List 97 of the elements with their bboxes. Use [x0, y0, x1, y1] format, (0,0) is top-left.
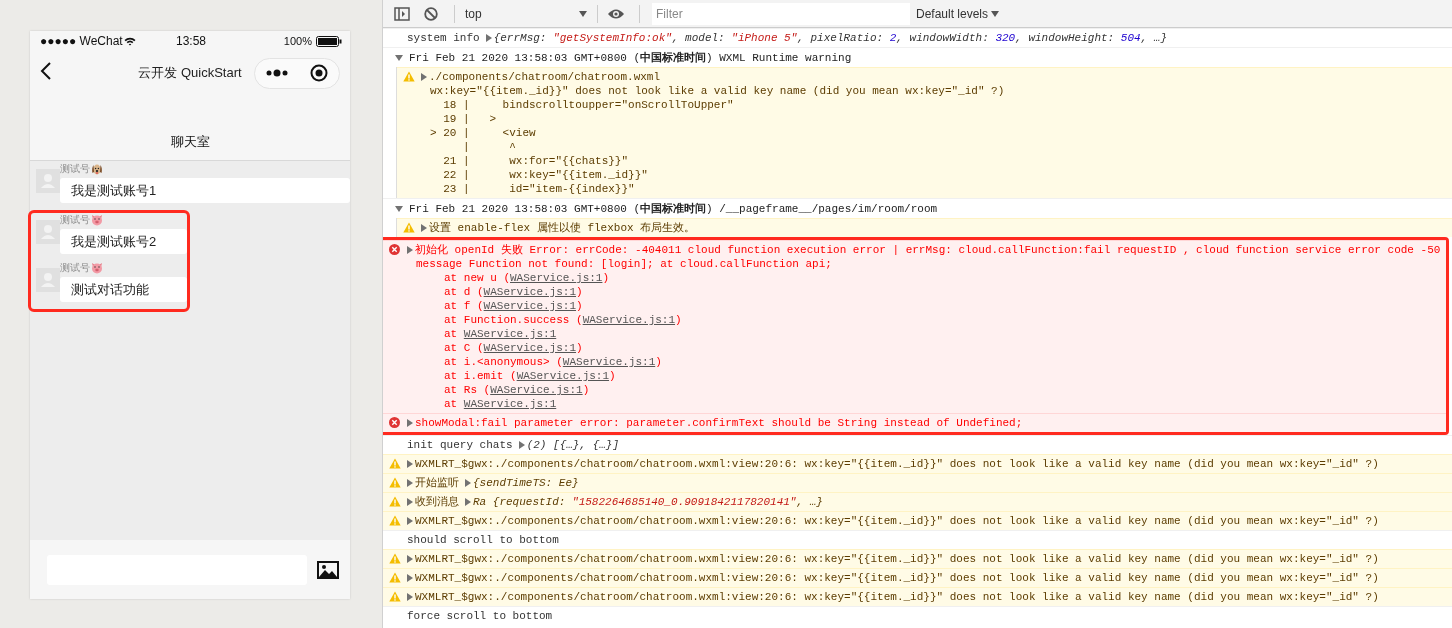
warning-icon	[389, 496, 401, 507]
message-text: init query chats	[407, 438, 513, 452]
sender-name: 测试号	[60, 260, 90, 275]
message-text: WXMLRT_$gwx:./components/chatroom/chatroom.wxml:view:20:6: wx:key="{{item._id}}" does not look like a valid key name (did you mean wx:key="_id" ?)	[415, 457, 1379, 471]
message-text: WXMLRT_$gwx:./components/chatroom/chatroom.wxml:view:20:6: wx:key="{{item._id}}" does not look like a valid key name (did you mean wx:key="_id" ?)	[415, 571, 1379, 585]
message-line: 23 | id="item-{{index}}"	[442, 182, 636, 196]
object-preview[interactable]: (2) [{…}, {…}]	[526, 438, 620, 452]
battery-icon	[316, 35, 342, 47]
pig-emoji-icon	[91, 261, 103, 274]
back-icon[interactable]	[40, 62, 52, 80]
message-text: 开始监听	[415, 476, 459, 490]
source-link[interactable]: WAService.js:1	[516, 370, 610, 382]
stack-frame: at WAService.js:1	[407, 397, 1438, 411]
levels-dropdown[interactable]: Default levels	[916, 6, 1000, 21]
nav-title: 云开发 QuickStart	[138, 64, 242, 82]
image-icon[interactable]	[317, 560, 339, 579]
message-line: 18 | bindscrolltoupper="onScrollToUpper"	[442, 98, 735, 112]
caret-icon	[991, 10, 1000, 17]
source-link[interactable]: WAService.js:1	[483, 342, 577, 354]
clear-console-icon[interactable]	[424, 6, 438, 21]
message-line: wx:key="{{item._id}}" does not look like a valid key name (did you mean wx:key="_id" ?)	[429, 84, 1006, 98]
sidebar-toggle-icon[interactable]	[394, 6, 410, 21]
message-line: 19 | >	[442, 112, 497, 126]
context-select[interactable]: top	[461, 2, 591, 25]
source-link[interactable]: WAService.js:1	[483, 300, 577, 312]
carrier: ●●●●● WeChat	[40, 34, 123, 48]
message-text: showModal:fail parameter error: parameter.confirmText should be String instead of Undefined;	[415, 416, 1023, 430]
warning-icon	[389, 458, 401, 469]
stack-frame: at new u (WAService.js:1)	[407, 271, 1438, 285]
message-line: 22 | wx:key="{{item._id}}"	[442, 168, 649, 182]
stack-frame: at i.<anonymous> (WAService.js:1)	[407, 355, 1438, 369]
error-icon	[389, 417, 400, 428]
warning-icon	[403, 71, 415, 82]
object-preview[interactable]: Ra {requestId: "1582264685140_0.9091842117820141", …}	[473, 495, 823, 509]
clock-time: 13:58	[176, 34, 206, 48]
caret-icon	[579, 10, 587, 17]
filter-field[interactable]: Filter	[652, 2, 910, 25]
group-title[interactable]: Fri Feb 21 2020 13:58:03 GMT+0800 (中国标准时间) /__pageframe__/pages/im/room/room	[409, 202, 938, 216]
sender-name: 测试号	[60, 161, 90, 176]
message-bubble: 测试对话功能	[60, 277, 187, 302]
source-link[interactable]: WAService.js:1	[510, 272, 603, 284]
more-icon[interactable]	[266, 69, 288, 77]
expand-arrow-icon[interactable]	[421, 224, 427, 232]
message-text: WXMLRT_$gwx:./components/chatroom/chatroom.wxml:view:20:6: wx:key="{{item._id}}" does not look like a valid key name (did you mean wx:key="_id" ?)	[415, 590, 1379, 604]
message-bubble: 我是测试账号1	[60, 178, 350, 203]
wifi-icon	[123, 36, 136, 46]
expand-arrow-icon[interactable]	[395, 55, 403, 61]
message-text: 收到消息	[415, 495, 459, 509]
message-text: force scroll to bottom	[407, 609, 553, 623]
warning-icon	[403, 222, 415, 233]
stack-frame: at i.emit (WAService.js:1)	[407, 369, 1438, 383]
source-link[interactable]: WAService.js:1	[463, 398, 557, 410]
message-text: should scroll to bottom	[407, 533, 559, 547]
eye-icon[interactable]	[607, 7, 625, 20]
warning-icon	[389, 553, 401, 564]
warning-icon	[389, 591, 401, 602]
message-text: WXMLRT_$gwx:./components/chatroom/chatroom.wxml:view:20:6: wx:key="{{item._id}}" does not look like a valid key name (did you mean wx:key="_id" ?)	[415, 514, 1379, 528]
expand-arrow-icon[interactable]	[485, 34, 492, 42]
warning-icon	[389, 572, 401, 583]
message-line: 21 | wx:for="{{chats}}"	[442, 154, 630, 168]
dog-emoji-icon	[91, 162, 103, 175]
sender-name: 测试号	[60, 212, 90, 227]
battery-level: 100%	[283, 35, 312, 47]
object-preview[interactable]: {sendTimeTS: Ee}	[473, 476, 579, 490]
expand-arrow-icon[interactable]	[395, 206, 403, 212]
message-text: WXMLRT_$gwx:./components/chatroom/chatroom.wxml:view:20:6: wx:key="{{item._id}}" does not look like a valid key name (did you mean wx:key="_id" ?)	[415, 552, 1379, 566]
object-preview[interactable]: {errMsg: "getSystemInfo:ok", model: "iPhone 5", pixelRatio: 2, windowWidth: 320, windowHeight: 504, …}	[493, 31, 1168, 45]
group-title[interactable]: Fri Feb 21 2020 13:58:03 GMT+0800 (中国标准时间) WXML Runtime warning	[409, 51, 852, 65]
expand-arrow-icon[interactable]	[421, 73, 427, 81]
message-text: system info	[407, 31, 480, 45]
stack-frame: at d (WAService.js:1)	[407, 285, 1438, 299]
pig-emoji-icon	[91, 213, 103, 226]
source-link[interactable]: WAService.js:1	[490, 384, 583, 396]
close-mini-program-icon[interactable]	[310, 64, 328, 82]
stack-frame: at C (WAService.js:1)	[407, 341, 1438, 355]
message-line: | ^	[462, 140, 517, 154]
message-text: ./components/chatroom/chatroom.wxml	[429, 70, 661, 84]
message-text: 设置 enable-flex 属性以使 flexbox 布局生效。	[429, 221, 696, 235]
source-link[interactable]: WAService.js:1	[483, 286, 577, 298]
warning-icon	[389, 515, 401, 526]
expand-arrow-icon[interactable]	[407, 246, 413, 254]
message-bubble: 我是测试账号2	[60, 229, 187, 254]
message-line: message Function not found: [login]; at cloud.callFunction api;	[415, 257, 833, 271]
expand-arrow-icon[interactable]	[407, 517, 413, 525]
stack-frame: at Function.success (WAService.js:1)	[407, 313, 1438, 327]
warning-icon	[389, 477, 401, 488]
stack-frame: at Rs (WAService.js:1)	[407, 383, 1438, 397]
expand-arrow-icon[interactable]	[407, 419, 413, 427]
expand-arrow-icon[interactable]	[407, 593, 413, 601]
error-icon	[389, 244, 400, 255]
source-link[interactable]: WAService.js:1	[463, 328, 557, 340]
message-line: > 20 | <view	[429, 126, 537, 140]
stack-frame: at WAService.js:1	[407, 327, 1438, 341]
stack-frame: at f (WAService.js:1)	[407, 299, 1438, 313]
source-link[interactable]: WAService.js:1	[582, 314, 676, 326]
message-text: 初始化 openId 失败 Error: errCode: -404011 cloud function execution error | errMsg: cloud.callFunction:fail requestID , cloud function service error code -50	[415, 243, 1441, 257]
source-link[interactable]: WAService.js:1	[562, 356, 656, 368]
